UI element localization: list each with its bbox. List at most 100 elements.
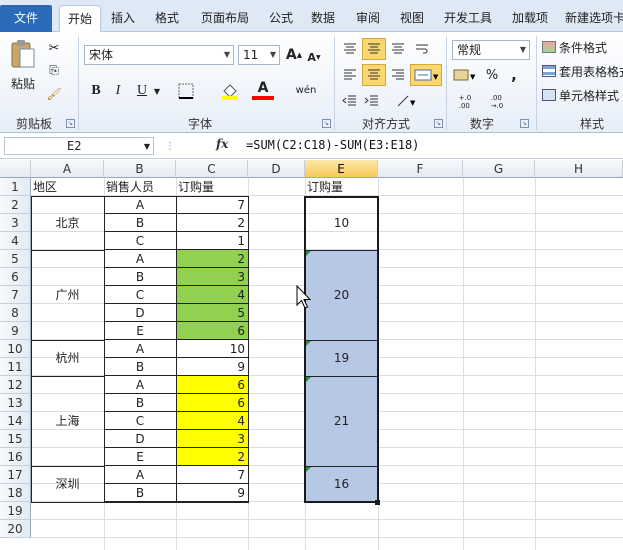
cell-salesperson[interactable]: C [104, 412, 176, 430]
tab-home[interactable]: 开始 [59, 5, 101, 33]
cell-orders[interactable]: 2 [176, 250, 248, 268]
cell-orders[interactable]: 2 [176, 448, 248, 466]
align-top-icon[interactable] [340, 40, 360, 58]
cell-orders[interactable]: 9 [176, 484, 248, 502]
bold-button[interactable]: B [88, 82, 104, 100]
column-header-e[interactable]: E [305, 160, 378, 178]
tab-format[interactable]: 格式 [147, 7, 187, 29]
tab-new-tab[interactable]: 新建选项卡 [562, 7, 623, 29]
font-name-select[interactable]: 宋体 ▼ [84, 45, 234, 65]
formula-input[interactable]: =SUM(C2:C18)-SUM(E3:E18) [246, 138, 419, 152]
row-header-17[interactable]: 17 [0, 466, 31, 484]
cell-salesperson[interactable]: E [104, 448, 176, 466]
cell-orders[interactable]: 9 [176, 358, 248, 376]
row-header-12[interactable]: 12 [0, 376, 31, 394]
row-header-20[interactable]: 20 [0, 520, 31, 538]
cell-subtotal-shenzhen[interactable]: 16 [305, 475, 378, 493]
cell-subtotal-beijing[interactable]: 10 [305, 214, 378, 232]
column-header-h[interactable]: H [535, 160, 623, 178]
align-middle-icon[interactable] [362, 38, 386, 60]
cell-salesperson[interactable]: C [104, 286, 176, 304]
cell-salesperson[interactable]: B [104, 268, 176, 286]
column-header-b[interactable]: B [104, 160, 176, 178]
font-size-select[interactable]: 11 ▼ [238, 45, 280, 65]
increase-indent-icon[interactable] [362, 92, 382, 110]
name-box-dropdown-icon[interactable]: ▼ [142, 140, 152, 152]
row-header-7[interactable]: 7 [0, 286, 31, 304]
worksheet-grid[interactable]: A B C D E F G H 1 2 3 4 5 6 7 8 9 10 11 12 13 14 15 16 1… [0, 160, 623, 550]
row-header-19[interactable]: 19 [0, 502, 31, 520]
select-all-corner[interactable] [0, 160, 31, 178]
cell-salesperson[interactable]: B [104, 358, 176, 376]
fill-color-icon[interactable] [218, 82, 242, 100]
align-right-icon[interactable] [388, 66, 408, 84]
tab-formulas[interactable]: 公式 [262, 7, 300, 29]
paste-button[interactable]: 粘贴 [6, 76, 40, 91]
cell-salesperson[interactable]: C [104, 232, 176, 250]
row-header-4[interactable]: 4 [0, 232, 31, 250]
phonetic-button[interactable]: wén [294, 80, 318, 100]
cell-orders[interactable]: 4 [176, 286, 248, 304]
cell-subtotal-hangzhou[interactable]: 19 [305, 349, 378, 367]
tab-file[interactable]: 文件 [0, 5, 52, 32]
cell-region-beijing[interactable]: 北京 [31, 214, 104, 232]
increase-decimal-button[interactable]: +.0 .00 [452, 92, 478, 112]
alignment-launcher-icon[interactable]: ↘ [434, 119, 443, 128]
row-header-2[interactable]: 2 [0, 196, 31, 214]
cell-b1[interactable]: 销售人员 [106, 178, 176, 196]
cell-orders[interactable]: 6 [176, 322, 248, 340]
table-format-button[interactable]: 套用表格格式 [542, 62, 623, 80]
row-header-18[interactable]: 18 [0, 484, 31, 502]
row-header-5[interactable]: 5 [0, 250, 31, 268]
merge-center-icon[interactable]: ▼ [410, 64, 442, 86]
row-header-6[interactable]: 6 [0, 268, 31, 286]
row-header-9[interactable]: 9 [0, 322, 31, 340]
clipboard-launcher-icon[interactable]: ↘ [66, 119, 75, 128]
tab-addins[interactable]: 加载项 [504, 7, 556, 29]
name-box[interactable]: E2 [4, 137, 154, 155]
cell-salesperson[interactable]: A [104, 466, 176, 484]
cell-salesperson[interactable]: B [104, 394, 176, 412]
grow-font-icon[interactable]: A ▲ [286, 45, 302, 65]
cell-salesperson[interactable]: A [104, 376, 176, 394]
cell-orders[interactable]: 7 [176, 466, 248, 484]
cell-e1[interactable]: 订购量 [307, 178, 377, 196]
cell-salesperson[interactable]: A [104, 340, 176, 358]
cell-orders[interactable]: 4 [176, 412, 248, 430]
cell-c1[interactable]: 订购量 [178, 178, 248, 196]
underline-button[interactable]: U [134, 82, 150, 100]
cell-orders[interactable]: 1 [176, 232, 248, 250]
cell-orders[interactable]: 3 [176, 268, 248, 286]
align-left-icon[interactable] [340, 66, 360, 84]
tab-page-layout[interactable]: 页面布局 [192, 7, 258, 29]
percent-button[interactable]: % [484, 66, 500, 84]
italic-button[interactable]: I [110, 82, 126, 100]
cell-orders[interactable]: 7 [176, 196, 248, 214]
cell-salesperson[interactable]: D [104, 430, 176, 448]
splitter-handle-icon[interactable]: ⋮ [165, 139, 175, 153]
tab-insert[interactable]: 插入 [103, 7, 143, 29]
fill-handle[interactable] [375, 500, 380, 505]
cut-icon[interactable]: ✂ [46, 40, 62, 56]
chevron-down-icon[interactable]: ▼ [152, 83, 162, 99]
row-header-8[interactable]: 8 [0, 304, 31, 322]
cell-orders[interactable]: 3 [176, 430, 248, 448]
number-launcher-icon[interactable]: ↘ [520, 119, 529, 128]
row-header-13[interactable]: 13 [0, 394, 31, 412]
align-center-icon[interactable] [362, 64, 386, 86]
cell-orders[interactable]: 5 [176, 304, 248, 322]
conditional-format-button[interactable]: 条件格式 [542, 38, 623, 56]
tab-review[interactable]: 审阅 [348, 7, 388, 29]
cell-salesperson[interactable]: A [104, 196, 176, 214]
row-header-16[interactable]: 16 [0, 448, 31, 466]
cell-salesperson[interactable]: B [104, 214, 176, 232]
tab-data[interactable]: 数据 [304, 7, 342, 29]
comma-style-button[interactable]: , [506, 66, 522, 84]
row-header-3[interactable]: 3 [0, 214, 31, 232]
column-header-a[interactable]: A [31, 160, 104, 178]
tab-view[interactable]: 视图 [392, 7, 432, 29]
copy-icon[interactable]: ⎘ [46, 62, 62, 78]
decrease-decimal-button[interactable]: .00 →.0 [484, 92, 510, 112]
number-format-select[interactable]: 常规 ▼ [452, 40, 530, 60]
cell-region-guangzhou[interactable]: 广州 [31, 286, 104, 304]
